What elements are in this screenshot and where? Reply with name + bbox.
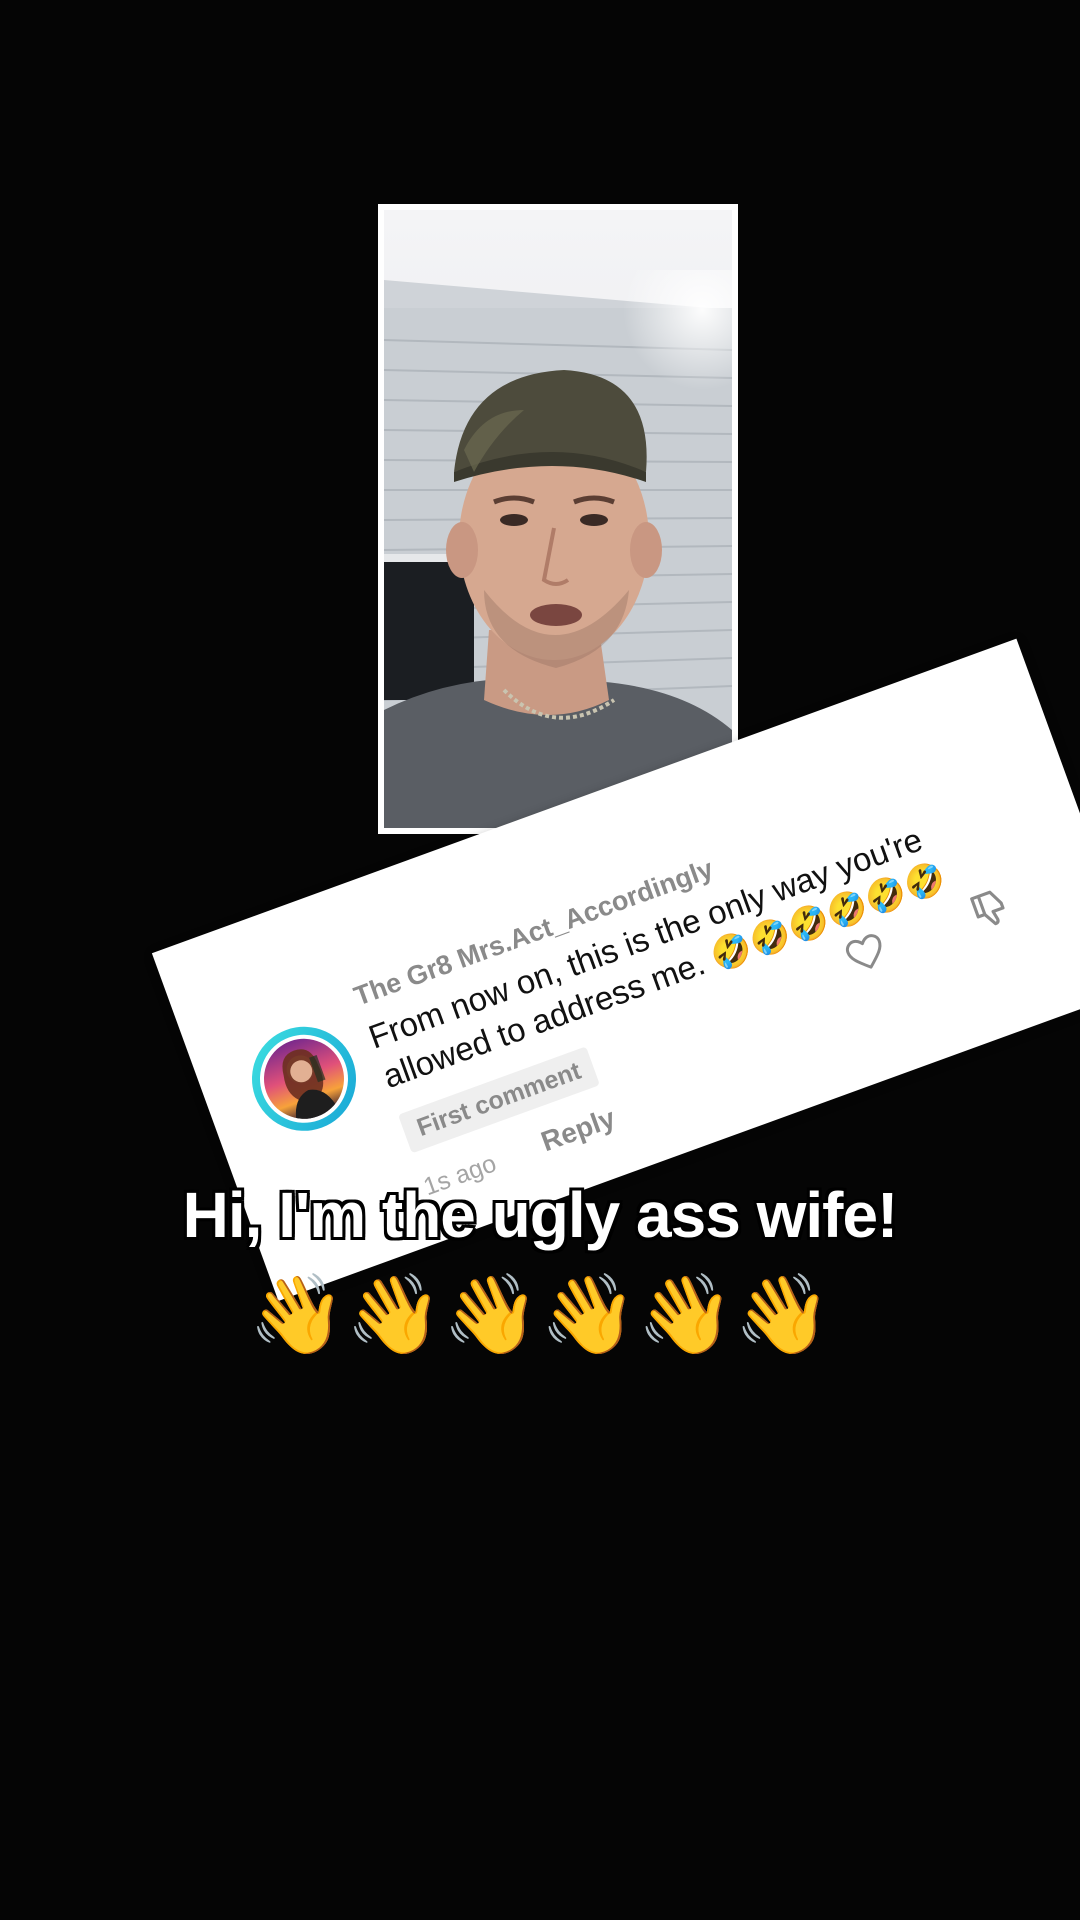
video-content	[384, 210, 732, 828]
heart-icon[interactable]	[839, 927, 892, 979]
avatar-image	[252, 1027, 356, 1131]
avatar[interactable]	[237, 1012, 371, 1146]
caption-text: Hi, I'm the ugly ass wife!	[182, 1179, 899, 1251]
thumbs-down-icon[interactable]	[963, 882, 1017, 936]
avatar-ring	[247, 1022, 361, 1136]
caption-emoji-row: 👋👋👋👋👋👋	[248, 1270, 832, 1358]
screen: The Gr8 Mrs.Act_Accordingly From now on,…	[0, 0, 1080, 1920]
video-illustration	[384, 210, 732, 828]
video-frame[interactable]	[378, 204, 738, 834]
avatar-illustration	[282, 1049, 339, 1124]
reply-button[interactable]: Reply	[537, 1102, 620, 1158]
